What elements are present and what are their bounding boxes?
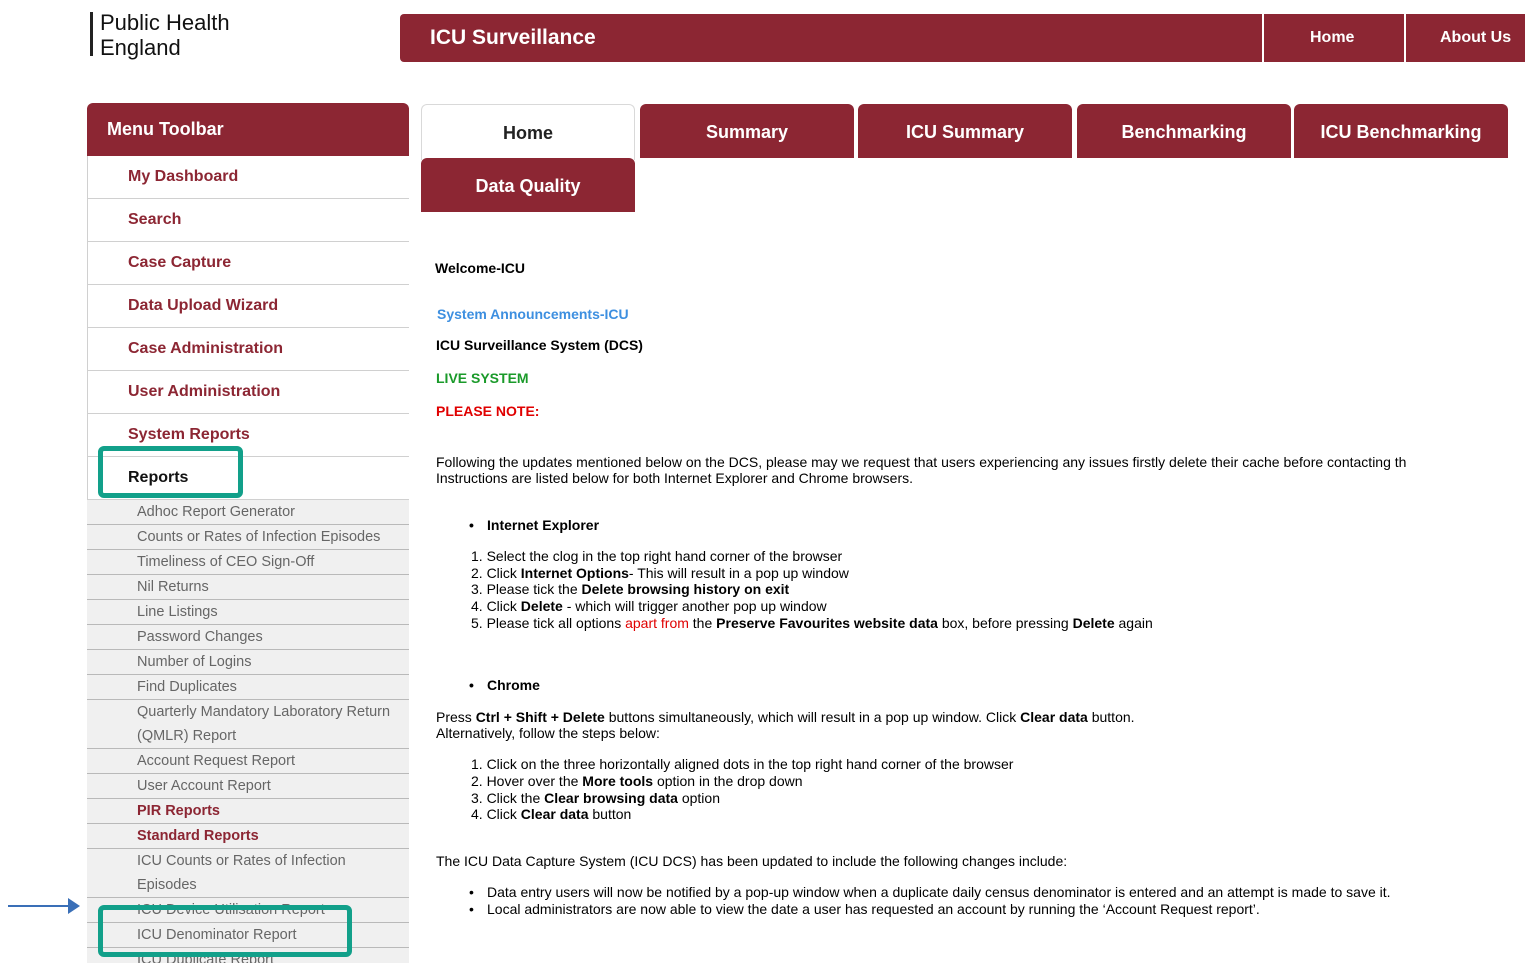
ie-step-3: 3. Please tick the Delete browsing histo… bbox=[471, 581, 790, 597]
submenu-item-account-request-report[interactable]: Account Request Report bbox=[87, 749, 409, 774]
ie-step-4: 4. Click Delete - which will trigger ano… bbox=[471, 598, 827, 614]
chrome-alternative-line: Alternatively, follow the steps below: bbox=[436, 725, 660, 741]
announcements-heading: System Announcements-ICU bbox=[437, 306, 629, 322]
submenu-item-counts-rates[interactable]: Counts or Rates of Infection Episodes bbox=[87, 525, 409, 550]
nav-separator bbox=[1262, 14, 1264, 62]
tab-benchmarking[interactable]: Benchmarking bbox=[1077, 104, 1291, 158]
sidebar-item-case-capture[interactable]: Case Capture bbox=[87, 242, 409, 285]
nav-home-link[interactable]: Home bbox=[1310, 29, 1354, 47]
sidebar-item-search[interactable]: Search bbox=[87, 199, 409, 242]
chrome-heading-text: Chrome bbox=[487, 677, 540, 693]
bullet-icon: • bbox=[469, 677, 474, 693]
chrome-step-2: 2. Hover over the More tools option in t… bbox=[471, 773, 803, 789]
chrome-press-line: Press Ctrl + Shift + Delete buttons simu… bbox=[436, 709, 1135, 725]
submenu-item-qmlr-report[interactable]: Quarterly Mandatory Laboratory Return (Q… bbox=[87, 700, 409, 749]
arrow-right-icon bbox=[68, 898, 80, 914]
tab-icu-summary[interactable]: ICU Summary bbox=[858, 104, 1072, 158]
tab-home[interactable]: Home bbox=[421, 104, 635, 160]
logo: Public Health England bbox=[100, 10, 230, 60]
logo-line-2: England bbox=[100, 35, 181, 60]
logo-line-1: Public Health bbox=[100, 10, 230, 35]
chrome-step-3: 3. Click the Clear browsing data option bbox=[471, 790, 720, 806]
ie-step-1: 1. Select the clog in the top right hand… bbox=[471, 548, 843, 564]
change-item-1-text: Data entry users will now be notified by… bbox=[487, 884, 1391, 900]
denominator-highlight-box bbox=[98, 905, 352, 957]
submenu-item-adhoc-report-generator[interactable]: Adhoc Report Generator bbox=[87, 500, 409, 525]
nav-about-link[interactable]: About Us bbox=[1440, 29, 1511, 47]
submenu-item-nil-returns[interactable]: Nil Returns bbox=[87, 575, 409, 600]
intro-line-2: Instructions are listed below for both I… bbox=[436, 470, 914, 486]
submenu-item-standard-reports[interactable]: Standard Reports bbox=[87, 824, 409, 849]
submenu-item-pir-reports[interactable]: PIR Reports bbox=[87, 799, 409, 824]
sidebar-item-data-upload-wizard[interactable]: Data Upload Wizard bbox=[87, 285, 409, 328]
tab-data-quality[interactable]: Data Quality bbox=[421, 158, 635, 212]
submenu-item-number-of-logins[interactable]: Number of Logins bbox=[87, 650, 409, 675]
sidebar-item-user-administration[interactable]: User Administration bbox=[87, 371, 409, 414]
changes-intro: The ICU Data Capture System (ICU DCS) ha… bbox=[436, 853, 1068, 869]
live-system-label: LIVE SYSTEM bbox=[436, 370, 529, 386]
submenu-item-icu-counts-rates[interactable]: ICU Counts or Rates of Infection Episode… bbox=[87, 849, 409, 898]
ie-step-5: 5. Please tick all options apart from th… bbox=[471, 615, 1153, 631]
welcome-heading: Welcome-ICU bbox=[435, 260, 525, 276]
bullet-icon: • bbox=[469, 884, 474, 900]
reports-highlight-box bbox=[98, 446, 243, 498]
submenu-item-password-changes[interactable]: Password Changes bbox=[87, 625, 409, 650]
submenu-item-user-account-report[interactable]: User Account Report bbox=[87, 774, 409, 799]
submenu-item-find-duplicates[interactable]: Find Duplicates bbox=[87, 675, 409, 700]
bullet-icon: • bbox=[469, 517, 474, 533]
nav-separator bbox=[1404, 14, 1406, 62]
menu-toolbar-title: Menu Toolbar bbox=[87, 103, 409, 156]
bullet-icon: • bbox=[469, 901, 474, 917]
submenu-item-timeliness[interactable]: Timeliness of CEO Sign-Off bbox=[87, 550, 409, 575]
tab-icu-benchmarking[interactable]: ICU Benchmarking bbox=[1294, 104, 1508, 158]
intro-line-1: Following the updates mentioned below on… bbox=[436, 454, 1407, 470]
app-title: ICU Surveillance bbox=[430, 26, 596, 49]
submenu-item-line-listings[interactable]: Line Listings bbox=[87, 600, 409, 625]
chrome-step-4: 4. Click Clear data button bbox=[471, 806, 632, 822]
sidebar-item-my-dashboard[interactable]: My Dashboard bbox=[87, 156, 409, 199]
logo-bar bbox=[90, 12, 93, 56]
header-banner: ICU Surveillance Home About Us bbox=[400, 14, 1525, 62]
please-note-label: PLEASE NOTE: bbox=[436, 403, 540, 419]
ie-step-2: 2. Click Internet Options- This will res… bbox=[471, 565, 849, 581]
tab-summary[interactable]: Summary bbox=[640, 104, 854, 158]
reports-submenu: Adhoc Report Generator Counts or Rates o… bbox=[87, 500, 409, 963]
annotation-arrow-line bbox=[8, 905, 74, 907]
sidebar: Menu Toolbar My Dashboard Search Case Ca… bbox=[87, 103, 409, 963]
system-name: ICU Surveillance System (DCS) bbox=[436, 337, 643, 353]
chrome-step-1: 1. Click on the three horizontally align… bbox=[471, 756, 1014, 772]
sidebar-item-case-administration[interactable]: Case Administration bbox=[87, 328, 409, 371]
change-item-2-text: Local administrators are now able to vie… bbox=[487, 901, 1260, 917]
ie-heading-text: Internet Explorer bbox=[487, 517, 600, 533]
